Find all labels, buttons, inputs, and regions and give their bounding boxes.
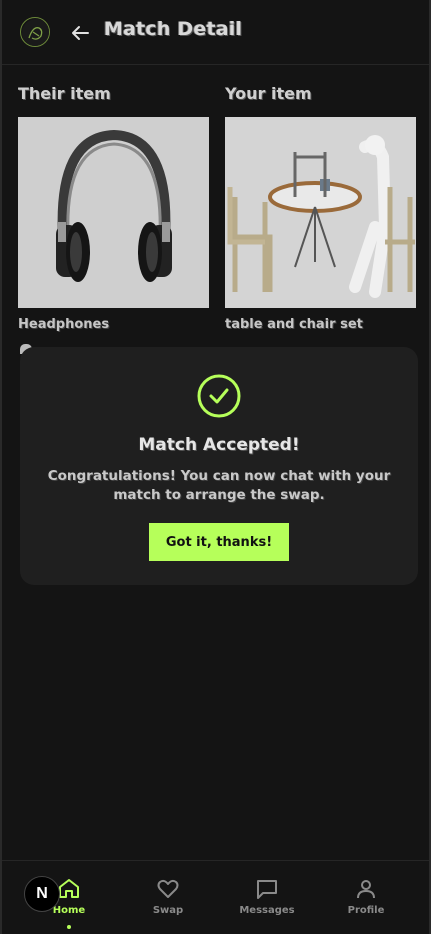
bottom-navigation: Home Swap Messages Profile [2,860,429,934]
your-item-name: table and chair set [225,317,363,332]
heart-icon [157,879,179,898]
nav-swap-label: Swap [152,905,184,916]
your-item-heading: Your item [225,84,312,103]
chat-icon [257,880,277,899]
their-item-heading: Their item [18,84,111,103]
active-indicator-dot [67,925,71,929]
nav-profile[interactable]: Profile [326,877,406,916]
page-title: Match Detail [104,18,243,40]
check-circle-icon [196,373,242,419]
their-item-name: Headphones [18,317,110,332]
nav-profile-label: Profile [347,905,385,916]
back-arrow-icon[interactable] [68,21,92,45]
their-item-image[interactable] [18,117,209,308]
nav-swap[interactable]: Swap [128,877,208,916]
dev-tools-badge[interactable]: N [24,876,60,912]
got-it-button[interactable]: Got it, thanks! [149,523,289,561]
nav-messages[interactable]: Messages [227,877,307,916]
home-icon [59,879,79,898]
match-accepted-dialog: Match Accepted! Congratulations! You can… [20,347,418,585]
your-item-image[interactable] [225,117,416,308]
app-header: Match Detail [2,0,429,65]
app-logo[interactable] [20,17,50,47]
nav-messages-label: Messages [239,905,295,916]
dialog-title: Match Accepted! [138,435,300,455]
dialog-message: Congratulations! You can now chat with y… [47,468,391,503]
user-icon [357,880,375,899]
